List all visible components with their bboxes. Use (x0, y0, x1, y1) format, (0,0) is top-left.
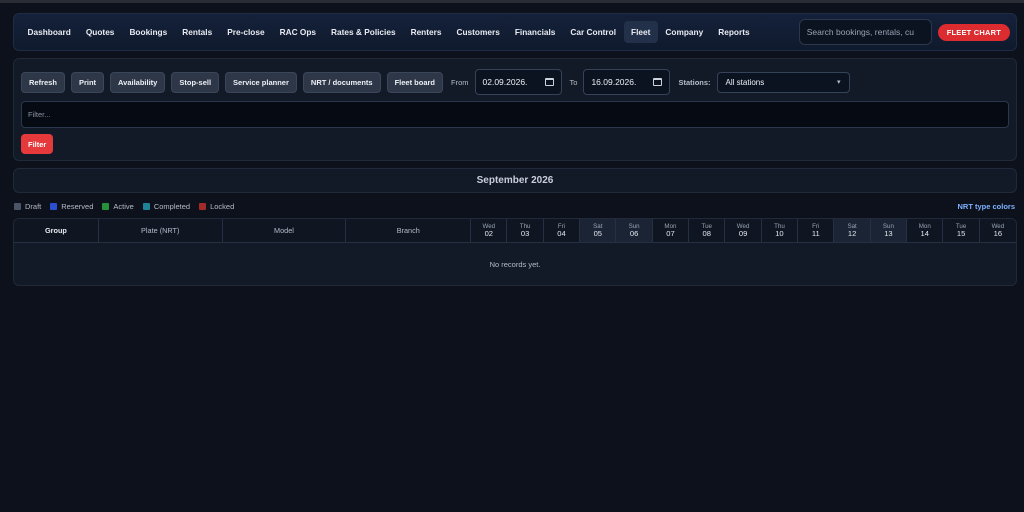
stations-value: All stations (725, 77, 765, 87)
legend-item-draft: Draft (14, 202, 41, 211)
day-number: 07 (666, 228, 675, 238)
day-number: 11 (811, 228, 820, 238)
day-column-header: Thu 03 (507, 219, 544, 242)
day-number: 04 (557, 228, 566, 238)
day-column-header: Fri 11 (798, 219, 835, 242)
day-column-header: Wed 02 (471, 219, 508, 242)
day-number: 08 (702, 228, 711, 238)
day-number: 06 (629, 228, 639, 238)
nav-rates-policies[interactable]: Rates & Policies (324, 21, 404, 43)
day-column-header: Thu 10 (762, 219, 799, 242)
from-label: From (451, 77, 469, 87)
column-header-group[interactable]: Group (14, 219, 99, 242)
day-number: 15 (956, 228, 966, 238)
calendar-icon[interactable] (544, 78, 554, 86)
day-column-header: Fri 04 (544, 219, 581, 242)
day-number: 16 (993, 228, 1003, 238)
legend-swatch (199, 203, 207, 210)
toolbar-panel: Refresh Print Availability Stop-sell Service… (13, 58, 1017, 161)
nav-company[interactable]: Company (658, 21, 711, 43)
to-label: To (569, 77, 578, 87)
nrt-documents-button[interactable]: NRT / documents (302, 71, 381, 93)
refresh-button[interactable]: Refresh (21, 71, 65, 93)
empty-state: No records yet. (489, 260, 541, 269)
day-column-header: Tue 08 (689, 219, 726, 242)
nav-rentals[interactable]: Rentals (175, 21, 220, 43)
legend-item-active: Active (102, 202, 134, 211)
nav-quotes[interactable]: Quotes (78, 21, 122, 43)
day-number: 13 (884, 228, 893, 238)
stop-sell-button[interactable]: Stop-sell (171, 71, 220, 93)
to-date-value: 16.09.2026. (591, 77, 637, 87)
calendar-icon[interactable] (653, 78, 663, 86)
day-number: 09 (738, 228, 748, 238)
nav-financials[interactable]: Financials (507, 21, 563, 43)
day-number: 02 (484, 228, 494, 238)
grid-header: Group Plate (NRT) Model Branch Wed 02 Thu 0… (14, 219, 1016, 243)
day-number: 14 (920, 228, 929, 238)
day-number: 05 (593, 228, 603, 238)
day-column-header: Sat 12 (834, 219, 871, 242)
print-button[interactable]: Print (70, 71, 105, 93)
nav-items: Dashboard Quotes Bookings Rentals Pre-close R… (20, 21, 757, 43)
legend-item-locked: Locked (199, 202, 234, 211)
nav-fleet[interactable]: Fleet (623, 21, 658, 43)
legend-label: Locked (210, 202, 235, 211)
stations-select[interactable]: All stations ▾ (716, 71, 850, 93)
toolbar-buttons: Refresh Print Availability Stop-sell Service… (21, 71, 449, 93)
day-column-header: Wed 16 (980, 219, 1016, 242)
month-title: September 2026 (13, 168, 1017, 193)
toolbar-row: Refresh Print Availability Stop-sell Service… (21, 69, 850, 95)
fleet-board-button[interactable]: Fleet board (386, 71, 444, 93)
availability-button[interactable]: Availability (110, 71, 166, 93)
legend-item-completed: Completed (142, 202, 191, 211)
column-header-model[interactable]: Model (223, 219, 347, 242)
day-number: 10 (775, 228, 784, 238)
legend-item-reserved: Reserved (50, 202, 93, 211)
legend-swatch (142, 203, 150, 210)
day-column-header: Sat 05 (580, 219, 617, 242)
nav-customers[interactable]: Customers (449, 21, 507, 43)
day-column-header: Sun 13 (870, 219, 908, 242)
legend-label: Completed (153, 202, 191, 211)
nav-car-control[interactable]: Car Control (563, 21, 624, 43)
service-planner-button[interactable]: Service planner (225, 71, 297, 93)
nav-rac-ops[interactable]: RAC Ops (272, 21, 323, 43)
filter-input[interactable] (21, 101, 1009, 128)
nrt-type-colors-link[interactable]: NRT type colors (957, 202, 1015, 211)
legend-swatch (102, 203, 110, 210)
legend-label: Draft (25, 202, 42, 211)
fleet-chart-button[interactable]: FLEET CHART (937, 23, 1010, 41)
legend-swatch (14, 203, 21, 210)
status-legend: Draft Reserved Active Completed Locked (14, 202, 243, 211)
day-number: 03 (520, 228, 530, 238)
from-date-input[interactable]: 02.09.2026. (474, 69, 562, 95)
column-header-branch[interactable]: Branch (346, 219, 472, 242)
top-border (0, 0, 1024, 3)
nav-dashboard[interactable]: Dashboard (20, 21, 78, 43)
day-column-header: Tue 15 (943, 219, 980, 242)
legend-label: Reserved (61, 202, 94, 211)
to-date-input[interactable]: 16.09.2026. (583, 69, 671, 95)
legend-swatch (50, 203, 58, 210)
main-navbar: Dashboard Quotes Bookings Rentals Pre-close R… (13, 13, 1017, 51)
day-column-header: Mon 07 (653, 219, 690, 242)
global-search-input[interactable] (798, 19, 932, 45)
chevron-down-icon: ▾ (837, 79, 841, 86)
filter-button[interactable]: Filter (21, 134, 54, 154)
fleet-grid: Group Plate (NRT) Model Branch Wed 02 Thu 0… (13, 218, 1017, 286)
nav-reports[interactable]: Reports (711, 21, 757, 43)
day-column-header: Sun 06 (616, 219, 653, 242)
nav-renters[interactable]: Renters (403, 21, 449, 43)
day-column-header: Wed 09 (725, 219, 762, 242)
nav-pre-close[interactable]: Pre-close (220, 21, 272, 43)
nav-bookings[interactable]: Bookings (122, 21, 175, 43)
nav-right: FLEET CHART (798, 19, 1010, 45)
day-number: 12 (847, 228, 857, 238)
stations-label: Stations: (678, 77, 711, 87)
legend-label: Active (113, 202, 134, 211)
from-date-value: 02.09.2026. (482, 77, 528, 87)
column-header-plate[interactable]: Plate (NRT) (99, 219, 223, 242)
day-column-header: Mon 14 (907, 219, 944, 242)
